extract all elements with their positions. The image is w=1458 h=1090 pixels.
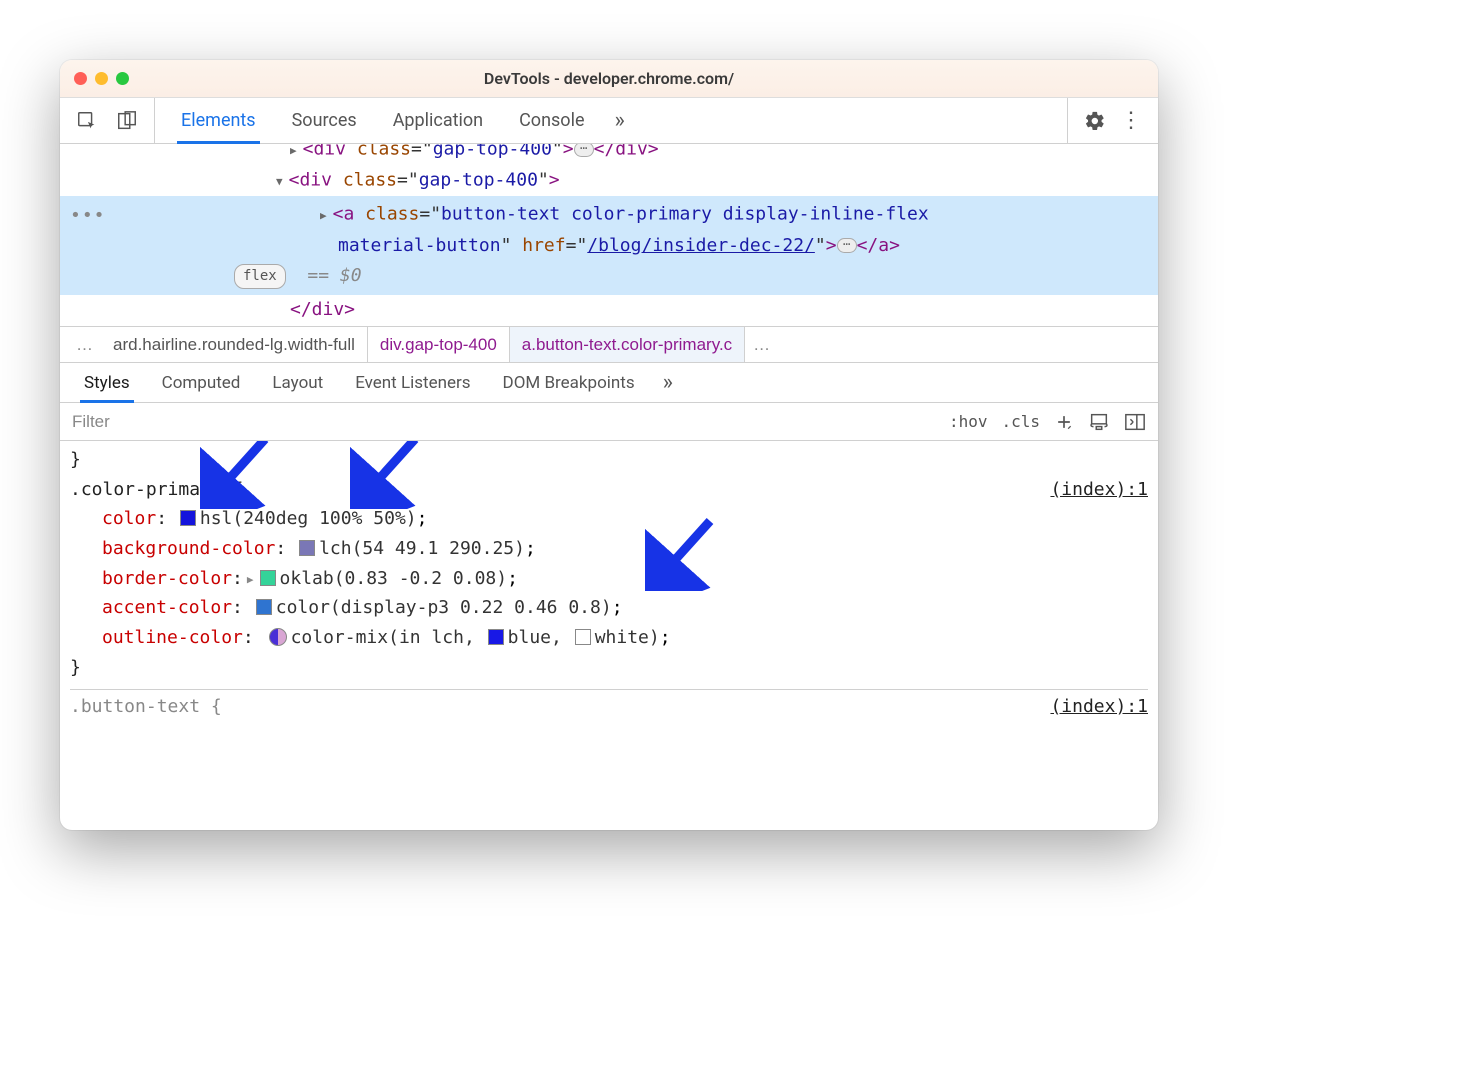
attr-value: gap-top-400: [433, 144, 552, 159]
color-swatch-icon[interactable]: [180, 510, 196, 526]
css-declaration[interactable]: accent-color: color(display-p3 0.22 0.46…: [70, 593, 1148, 623]
breadcrumb-item[interactable]: div.gap-top-400: [368, 327, 510, 362]
tab-console[interactable]: Console: [501, 98, 602, 143]
color-swatch-icon[interactable]: [575, 629, 591, 645]
gutter-overflow-icon[interactable]: •••: [70, 202, 106, 231]
new-rule-icon[interactable]: [1054, 412, 1074, 432]
console-ref: == $0: [307, 265, 361, 286]
dom-node-close[interactable]: </div>: [60, 295, 1158, 326]
styles-filter-input[interactable]: [60, 403, 937, 440]
rendering-emulations-icon[interactable]: [1088, 412, 1110, 432]
toolbar-inspect-group: [60, 98, 155, 143]
expand-triangle-icon[interactable]: [320, 200, 327, 229]
styles-pane[interactable]: } (index):1 .color-primary { color: hsl(…: [60, 441, 1158, 830]
breadcrumb-overflow-left[interactable]: …: [68, 335, 101, 355]
href-link[interactable]: /blog/insider-dec-22/: [587, 235, 815, 256]
expand-triangle-icon[interactable]: [290, 144, 297, 164]
more-options-icon[interactable]: ⋮: [1118, 108, 1144, 134]
subtab-dom-breakpoints[interactable]: DOM Breakpoints: [487, 363, 651, 402]
expand-triangle-icon[interactable]: ▶: [247, 571, 254, 589]
color-mix-swatch-icon[interactable]: [269, 628, 287, 646]
breadcrumb-item[interactable]: ard.hairline.rounded-lg.width-full: [101, 327, 368, 362]
css-selector[interactable]: .color-primary {: [70, 479, 243, 500]
dom-node[interactable]: <div class="gap-top-400">⋯</div>: [60, 144, 1158, 165]
device-toolbar-icon[interactable]: [116, 110, 138, 132]
styles-filter-row: :hov .cls: [60, 403, 1158, 441]
color-swatch-icon[interactable]: [256, 599, 272, 615]
color-swatch-icon[interactable]: [260, 570, 276, 586]
css-declaration[interactable]: outline-color: color-mix(in lch, blue, w…: [70, 623, 1148, 653]
css-declaration[interactable]: border-color:▶oklab(0.83 -0.2 0.08);: [70, 564, 1148, 594]
subtab-computed[interactable]: Computed: [146, 363, 257, 402]
dom-tree[interactable]: <div class="gap-top-400">⋯</div> <div cl…: [60, 144, 1158, 326]
subtab-styles[interactable]: Styles: [68, 363, 146, 402]
flex-badge[interactable]: flex: [234, 264, 286, 288]
toggle-cls-button[interactable]: .cls: [1001, 412, 1040, 431]
color-swatch-icon[interactable]: [488, 629, 504, 645]
css-declaration[interactable]: color: hsl(240deg 100% 50%);: [70, 504, 1148, 534]
tab-application[interactable]: Application: [375, 98, 501, 143]
toggle-hov-button[interactable]: :hov: [949, 412, 988, 431]
breadcrumb-overflow-right[interactable]: …: [745, 335, 778, 355]
rule-close-brace: }: [70, 445, 1148, 475]
main-toolbar: Elements Sources Application Console » ⋮: [60, 98, 1158, 144]
devtools-window: DevTools - developer.chrome.com/ Element…: [60, 60, 1158, 830]
css-rule[interactable]: (index):1 .color-primary { color: hsl(24…: [70, 475, 1148, 683]
toolbar-right: ⋮: [1067, 98, 1158, 143]
rule-source-link[interactable]: (index):1: [1050, 475, 1148, 505]
titlebar: DevTools - developer.chrome.com/: [60, 60, 1158, 98]
breadcrumb[interactable]: … ard.hairline.rounded-lg.width-full div…: [60, 326, 1158, 363]
computed-sidebar-toggle-icon[interactable]: [1124, 412, 1146, 432]
panel-tabs: Elements Sources Application Console »: [155, 98, 1067, 143]
css-rule-cutoff: (index):1 .button-text {: [70, 689, 1148, 722]
subtab-layout[interactable]: Layout: [256, 363, 339, 402]
attr-name: class: [357, 144, 411, 159]
inspect-element-icon[interactable]: [76, 110, 98, 132]
settings-gear-icon[interactable]: [1082, 108, 1108, 134]
rule-close-brace: }: [70, 653, 1148, 683]
rule-source-link[interactable]: (index):1: [1050, 692, 1148, 722]
breadcrumb-item-selected[interactable]: a.button-text.color-primary.c: [510, 327, 745, 362]
dom-node[interactable]: <div class="gap-top-400">: [60, 165, 1158, 196]
dom-node-selected[interactable]: ••• <a class="button-text color-primary …: [60, 196, 1158, 295]
color-swatch-icon[interactable]: [299, 540, 315, 556]
subtab-event-listeners[interactable]: Event Listeners: [339, 363, 486, 402]
tab-sources[interactable]: Sources: [274, 98, 375, 143]
subtabs-overflow-button[interactable]: »: [651, 363, 685, 402]
collapsed-ellipsis-icon[interactable]: ⋯: [837, 238, 857, 253]
collapse-triangle-icon[interactable]: [276, 166, 283, 195]
tab-elements[interactable]: Elements: [163, 98, 274, 143]
window-title: DevTools - developer.chrome.com/: [60, 69, 1158, 88]
collapsed-ellipsis-icon[interactable]: ⋯: [574, 144, 594, 157]
tabs-overflow-button[interactable]: »: [603, 98, 637, 143]
css-declaration[interactable]: background-color: lch(54 49.1 290.25);: [70, 534, 1148, 564]
styles-subtabs: Styles Computed Layout Event Listeners D…: [60, 363, 1158, 403]
